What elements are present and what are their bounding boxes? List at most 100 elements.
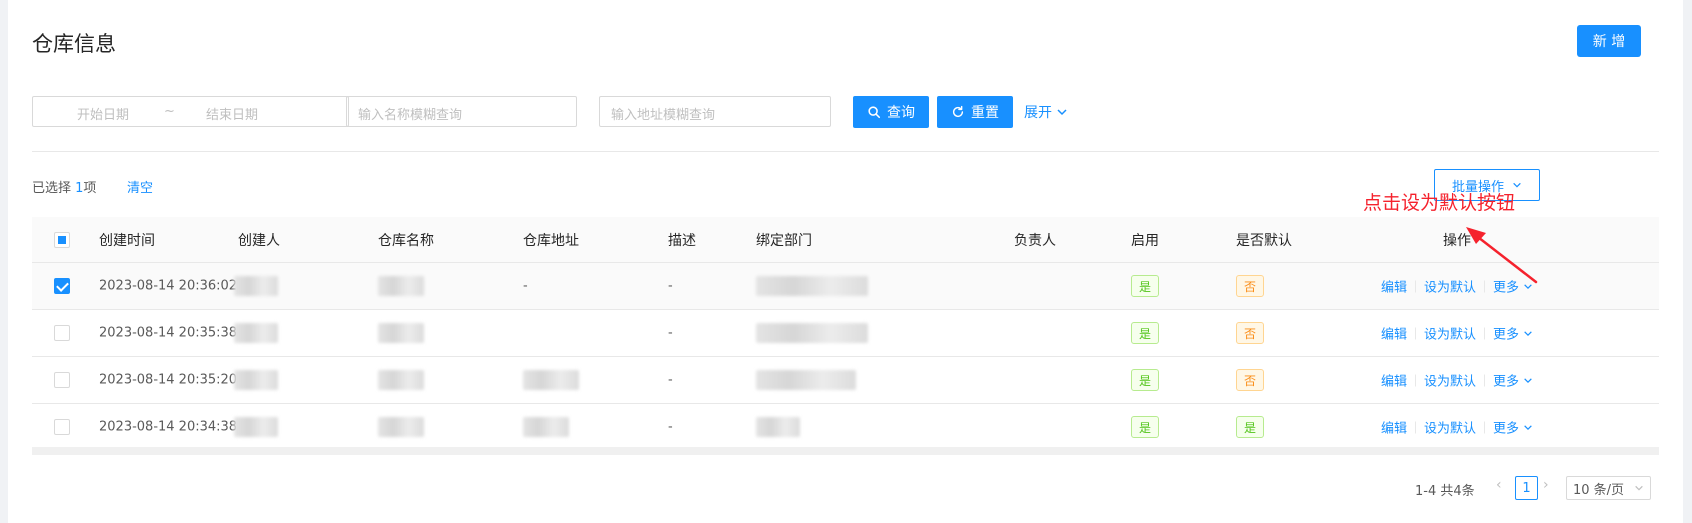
enabled-tag: 是: [1131, 275, 1159, 297]
action-divider: [1415, 280, 1417, 292]
search-icon: [868, 106, 881, 119]
reset-button[interactable]: 重置: [937, 96, 1013, 128]
column-header-warehouse-name[interactable]: 仓库名称: [378, 230, 434, 250]
date-separator: ~: [164, 104, 175, 119]
row-actions: 编辑 设为默认 更多: [1381, 324, 1533, 343]
action-divider: [1484, 374, 1486, 386]
more-dropdown[interactable]: 更多: [1493, 371, 1533, 390]
pagination-prev-button[interactable]: ‹: [1496, 477, 1502, 503]
enabled-tag: 是: [1131, 369, 1159, 391]
set-default-link[interactable]: 设为默认: [1424, 277, 1476, 296]
column-header-creator[interactable]: 创建人: [238, 230, 280, 250]
clear-selection-link[interactable]: 清空: [127, 177, 153, 196]
chevron-down-icon: [1635, 485, 1643, 491]
start-date-placeholder: 开始日期: [77, 108, 130, 123]
action-divider: [1484, 327, 1486, 339]
address-search-input[interactable]: 输入地址模糊查询: [599, 96, 831, 127]
table-row[interactable]: 2023-08-14 20:34:38 - 是 是 编辑 设为默认 更多: [32, 404, 1659, 451]
row-checkbox[interactable]: [54, 325, 70, 341]
action-divider: [1484, 421, 1486, 433]
table-row[interactable]: 2023-08-14 20:35:38 - 是 否 编辑 设为默认 更多: [32, 310, 1659, 357]
row-checkbox[interactable]: [54, 372, 70, 388]
name-search-input[interactable]: 输入名称模糊查询: [346, 96, 577, 127]
description-cell: -: [668, 278, 673, 294]
set-default-link[interactable]: 设为默认: [1424, 324, 1476, 343]
chevron-down-icon: [1524, 377, 1532, 383]
created-time-cell: 2023-08-14 20:36:02: [99, 278, 238, 294]
row-actions: 编辑 设为默认 更多: [1381, 371, 1533, 390]
selection-suffix: 项: [83, 181, 97, 196]
action-divider: [1415, 327, 1417, 339]
more-dropdown[interactable]: 更多: [1493, 418, 1533, 437]
edit-link[interactable]: 编辑: [1381, 277, 1407, 296]
default-tag: 否: [1236, 369, 1264, 391]
action-divider: [1415, 374, 1417, 386]
row-checkbox[interactable]: [54, 278, 70, 294]
chevron-down-icon: [1524, 424, 1532, 430]
set-default-link[interactable]: 设为默认: [1424, 418, 1476, 437]
enabled-tag: 是: [1131, 322, 1159, 344]
selection-info: 已选择 1项: [32, 177, 96, 196]
default-tag: 否: [1236, 275, 1264, 297]
enabled-tag: 是: [1131, 416, 1159, 438]
department-cell-redacted: [756, 370, 856, 390]
reload-icon: [952, 105, 964, 118]
page-size-select[interactable]: 10 条/页: [1566, 476, 1651, 500]
row-checkbox[interactable]: [54, 419, 70, 435]
address-cell: -: [523, 278, 528, 294]
search-button[interactable]: 查询: [853, 96, 929, 128]
warehouse-name-cell-redacted: [378, 370, 424, 390]
description-cell: -: [668, 372, 673, 388]
edit-link[interactable]: 编辑: [1381, 418, 1407, 437]
warehouse-name-cell-redacted: [378, 417, 424, 437]
page-title: 仓库信息: [32, 32, 116, 56]
warehouse-name-cell-redacted: [378, 276, 424, 296]
set-default-link[interactable]: 设为默认: [1424, 371, 1476, 390]
filter-divider: [32, 151, 1659, 152]
table-row[interactable]: 2023-08-14 20:36:02 - - 是 否 编辑 设为默认 更多: [32, 263, 1659, 310]
action-divider: [1484, 280, 1486, 292]
column-header-manager[interactable]: 负责人: [1014, 230, 1056, 250]
warehouse-name-cell-redacted: [378, 323, 424, 343]
date-range-picker[interactable]: 开始日期 ~ 结束日期: [32, 96, 349, 127]
more-label: 更多: [1493, 421, 1520, 437]
more-dropdown[interactable]: 更多: [1493, 324, 1533, 343]
table-row[interactable]: 2023-08-14 20:35:20 - 是 否 编辑 设为默认 更多: [32, 357, 1659, 404]
column-header-is-default[interactable]: 是否默认: [1236, 230, 1292, 250]
column-header-description[interactable]: 描述: [668, 230, 696, 250]
column-header-enabled[interactable]: 启用: [1131, 230, 1159, 250]
department-cell-redacted: [756, 417, 800, 437]
search-button-label: 查询: [887, 105, 915, 121]
pagination-total: 1-4 共4条: [1415, 484, 1475, 499]
column-header-created-time[interactable]: 创建时间: [99, 230, 155, 250]
edit-link[interactable]: 编辑: [1381, 324, 1407, 343]
end-date-placeholder: 结束日期: [206, 108, 259, 123]
column-header-actions: 操作: [1443, 232, 1471, 249]
creator-cell-redacted: [234, 370, 278, 390]
department-cell-redacted: [756, 323, 868, 343]
pagination-next-button[interactable]: ›: [1543, 477, 1549, 503]
row-actions: 编辑 设为默认 更多: [1381, 277, 1533, 296]
more-label: 更多: [1493, 280, 1520, 296]
more-label: 更多: [1493, 327, 1520, 343]
column-header-department[interactable]: 绑定部门: [756, 230, 812, 250]
select-all-checkbox[interactable]: [54, 231, 70, 248]
more-dropdown[interactable]: 更多: [1493, 277, 1533, 296]
description-cell: -: [668, 325, 673, 341]
more-label: 更多: [1493, 374, 1520, 390]
description-cell: -: [668, 419, 673, 435]
creator-cell-redacted: [234, 417, 278, 437]
department-cell-redacted: [756, 276, 868, 296]
selection-prefix: 已选择: [32, 181, 76, 196]
new-button[interactable]: 新 增: [1577, 25, 1641, 57]
default-tag: 否: [1236, 322, 1264, 344]
pagination-page-1[interactable]: 1: [1515, 476, 1538, 500]
column-header-warehouse-address[interactable]: 仓库地址: [523, 230, 579, 250]
annotation-text: 点击设为默认按钮: [1363, 192, 1516, 214]
creator-cell-redacted: [234, 323, 278, 343]
edit-link[interactable]: 编辑: [1381, 371, 1407, 390]
row-actions: 编辑 设为默认 更多: [1381, 418, 1533, 437]
main-card: 仓库信息 新 增 开始日期 ~ 结束日期 输入名称模糊查询 输入地址模糊查询 查…: [8, 0, 1683, 523]
expand-link[interactable]: 展开: [1024, 102, 1068, 122]
table-horizontal-scrollbar[interactable]: [32, 447, 1659, 455]
